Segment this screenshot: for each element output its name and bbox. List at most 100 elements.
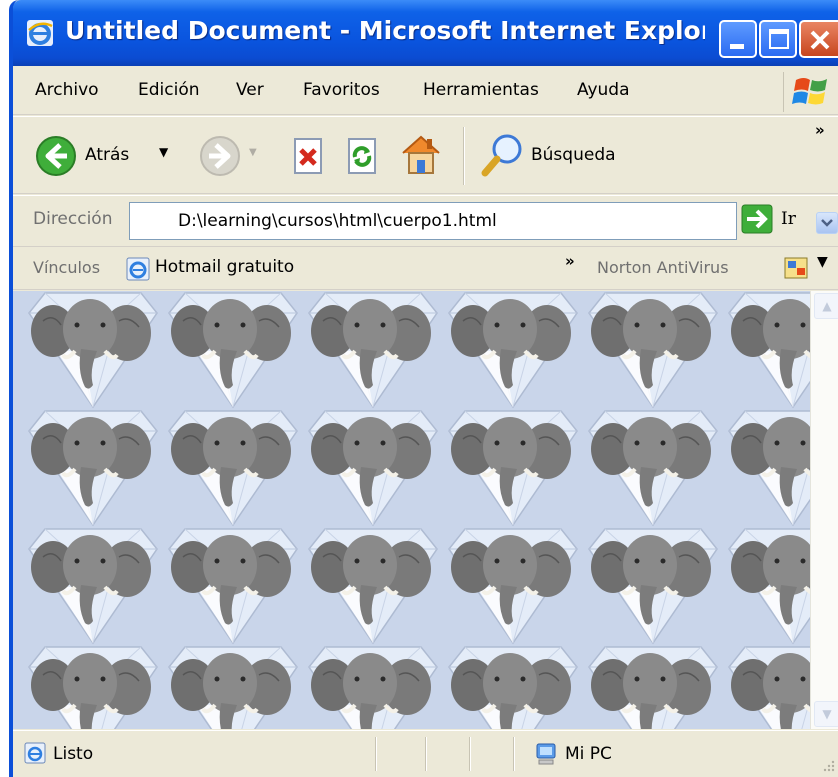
elephant-tile xyxy=(443,291,583,409)
window-title: Untitled Document - Microsoft Internet E… xyxy=(65,16,705,45)
elephant-diamond-icon xyxy=(588,528,718,645)
refresh-icon[interactable] xyxy=(343,137,381,175)
resize-grip-icon[interactable] xyxy=(822,759,836,773)
elephant-tile xyxy=(163,409,303,527)
windows-flag-icon xyxy=(792,78,827,105)
page-done-icon xyxy=(24,742,46,764)
elephant-diamond-icon xyxy=(28,646,158,729)
elephant-diamond-icon xyxy=(28,528,158,645)
menu-bar: Archivo Edición Ver Favoritos Herramient… xyxy=(13,66,838,115)
status-divider xyxy=(469,737,471,771)
minimize-button[interactable] xyxy=(719,20,757,58)
elephant-diamond-icon xyxy=(308,646,438,729)
status-divider xyxy=(425,737,427,771)
vertical-scrollbar[interactable]: ▲ ▼ xyxy=(810,291,838,729)
elephant-diamond-icon xyxy=(308,410,438,527)
address-input[interactable]: D:\learning\cursos\html\cuerpo1.html xyxy=(129,202,838,240)
elephant-tile xyxy=(23,527,163,645)
menu-edicion[interactable]: Edición xyxy=(138,80,200,100)
go-button-label[interactable]: Ir xyxy=(781,209,796,229)
links-bar: Vínculos Hotmail gratuito » Norton AntiV… xyxy=(13,248,838,290)
elephant-diamond-icon xyxy=(168,528,298,645)
elephant-tile xyxy=(23,409,163,527)
back-dropdown-icon[interactable]: ▼ xyxy=(159,145,168,159)
elephant-tile xyxy=(163,645,303,729)
stop-icon[interactable] xyxy=(289,137,327,175)
elephant-diamond-icon xyxy=(168,292,298,409)
close-icon xyxy=(810,30,830,50)
search-button-label[interactable]: Búsqueda xyxy=(531,145,616,165)
elephant-tile xyxy=(583,527,723,645)
maximize-icon xyxy=(769,29,789,49)
elephant-diamond-icon xyxy=(28,292,158,409)
search-icon[interactable] xyxy=(479,131,527,179)
forward-dropdown-icon[interactable]: ▼ xyxy=(249,147,257,158)
elephant-tile xyxy=(723,409,810,527)
forward-arrow-icon[interactable] xyxy=(199,135,241,177)
address-value[interactable]: D:\learning\cursos\html\cuerpo1.html xyxy=(178,211,497,231)
elephant-diamond-icon xyxy=(728,528,810,645)
home-icon[interactable] xyxy=(397,131,445,177)
scroll-up-button[interactable]: ▲ xyxy=(814,293,838,319)
menu-ver[interactable]: Ver xyxy=(236,80,264,100)
elephant-tile xyxy=(303,291,443,409)
minimize-icon xyxy=(730,44,744,49)
elephant-diamond-icon xyxy=(28,410,158,527)
status-divider xyxy=(375,737,377,771)
elephant-diamond-icon xyxy=(448,410,578,527)
address-dropdown-button[interactable] xyxy=(816,212,838,234)
link-hotmail[interactable]: Hotmail gratuito xyxy=(155,257,294,277)
elephant-diamond-icon xyxy=(588,292,718,409)
ie-page-icon xyxy=(126,257,150,281)
elephant-tile xyxy=(723,645,810,729)
elephant-diamond-icon xyxy=(168,646,298,729)
elephant-diamond-icon xyxy=(448,646,578,729)
toolbar-separator xyxy=(463,127,465,185)
background-tiles xyxy=(23,291,810,729)
maximize-button[interactable] xyxy=(759,20,797,58)
elephant-tile xyxy=(303,527,443,645)
elephant-tile xyxy=(303,645,443,729)
elephant-diamond-icon xyxy=(728,410,810,527)
elephant-diamond-icon xyxy=(588,410,718,527)
go-arrow-icon[interactable] xyxy=(741,204,773,234)
toolbar-overflow-chevron[interactable]: » xyxy=(815,121,825,139)
scroll-down-button[interactable]: ▼ xyxy=(814,701,838,727)
back-arrow-icon[interactable] xyxy=(35,135,77,177)
links-overflow-chevron[interactable]: » xyxy=(565,252,575,270)
status-bar: Listo Mi PC xyxy=(13,730,838,777)
address-bar: Dirección D:\learning\cursos\html\cuerpo… xyxy=(13,195,838,247)
my-computer-icon xyxy=(536,743,556,765)
browser-window: Untitled Document - Microsoft Internet E… xyxy=(9,0,838,777)
chevron-down-icon xyxy=(821,219,833,227)
elephant-diamond-icon xyxy=(448,528,578,645)
menu-favoritos[interactable]: Favoritos xyxy=(303,80,380,100)
windows-logo xyxy=(783,72,838,112)
menu-herramientas[interactable]: Herramientas xyxy=(423,80,539,100)
elephant-tile xyxy=(723,527,810,645)
elephant-tile xyxy=(23,645,163,729)
elephant-diamond-icon xyxy=(728,292,810,409)
elephant-tile xyxy=(163,527,303,645)
elephant-tile xyxy=(583,645,723,729)
norton-icon[interactable] xyxy=(783,255,809,281)
elephant-tile xyxy=(23,291,163,409)
links-label: Vínculos xyxy=(33,258,101,277)
norton-dropdown-icon[interactable]: ▼ xyxy=(817,254,828,270)
elephant-diamond-icon xyxy=(728,646,810,729)
norton-antivirus-label[interactable]: Norton AntiVirus xyxy=(597,258,729,277)
menu-archivo[interactable]: Archivo xyxy=(35,80,99,100)
elephant-tile xyxy=(443,645,583,729)
elephant-tile xyxy=(583,409,723,527)
standard-toolbar: Atrás ▼ ▼ Búsqueda » xyxy=(13,116,838,194)
back-button-label[interactable]: Atrás xyxy=(85,145,129,165)
close-button[interactable] xyxy=(799,20,838,58)
address-label: Dirección xyxy=(33,209,113,229)
page-content[interactable] xyxy=(13,291,810,729)
elephant-tile xyxy=(443,527,583,645)
elephant-tile xyxy=(303,409,443,527)
elephant-diamond-icon xyxy=(308,528,438,645)
security-zone-label: Mi PC xyxy=(565,744,612,764)
title-bar[interactable]: Untitled Document - Microsoft Internet E… xyxy=(13,0,838,66)
menu-ayuda[interactable]: Ayuda xyxy=(577,80,630,100)
